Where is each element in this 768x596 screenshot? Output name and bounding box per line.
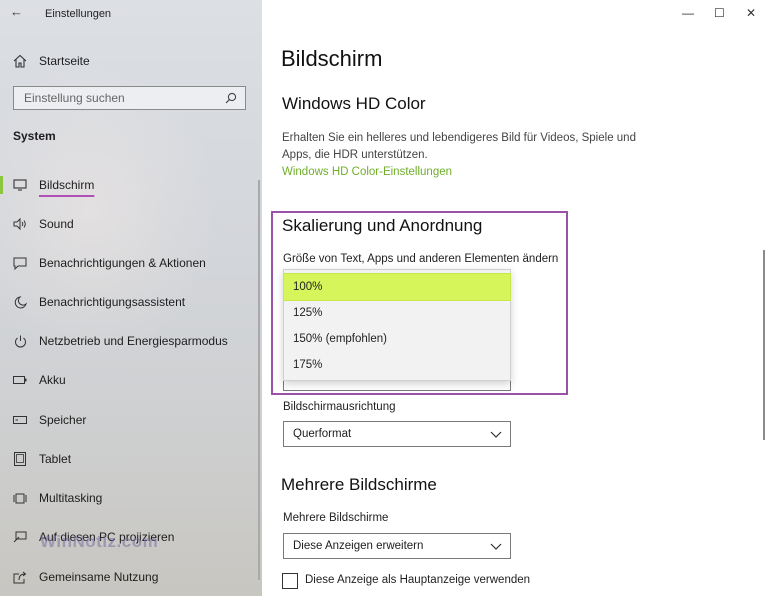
hd-color-description: Erhalten Sie ein helleres und lebendiger… [282,132,636,161]
monitor-icon [12,177,28,193]
scale-size-label: Größe von Text, Apps und anderen Element… [283,253,559,265]
power-icon [12,333,28,349]
sidebar-item-gemeinsame-nutzung[interactable]: Gemeinsame Nutzung [0,564,262,590]
sidebar-item-akku[interactable]: Akku [0,367,262,393]
multi-display-select[interactable]: Diese Anzeigen erweitern [283,533,511,559]
project-icon [12,529,28,545]
close-button[interactable]: ✕ [746,6,756,20]
sidebar-item-tablet[interactable]: Tablet [0,446,262,472]
scale-option-100[interactable]: 100% [283,273,511,301]
sidebar-item-multitasking[interactable]: Multitasking [0,485,262,511]
sidebar-item-label: Sound [39,217,74,231]
maximize-button[interactable]: ☐ [714,6,725,20]
share-icon [12,569,28,585]
search-input[interactable]: Einstellung suchen [13,86,246,110]
sidebar-item-label: Akku [39,373,66,387]
sidebar-item-sound[interactable]: Sound [0,211,262,237]
sidebar-item-label: Gemeinsame Nutzung [39,570,159,584]
sidebar-item-label: Multitasking [39,491,103,505]
hd-color-heading: Windows HD Color [282,94,426,113]
main-display-checkbox-label: Diese Anzeige als Hauptanzeige verwenden [305,574,531,586]
page-title: Bildschirm [281,46,383,71]
app-title: Einstellungen [45,8,112,20]
chevron-down-icon [490,543,502,550]
storage-icon [12,412,28,428]
multi-display-value: Diese Anzeigen erweitern [293,540,424,552]
sidebar-item-netzbetrieb[interactable]: Netzbetrieb und Energiesparmodus [0,328,262,354]
scale-option-150[interactable]: 150% (empfohlen) [284,326,510,352]
sidebar-item-bildschirm[interactable]: Bildschirm [0,172,262,198]
moon-icon [12,294,28,310]
main-scrollbar[interactable] [763,250,765,440]
main-display-checkbox[interactable] [282,573,298,589]
sidebar-item-benachrichtigungen[interactable]: Benachrichtigungen & Aktionen [0,250,262,276]
multi-display-heading: Mehrere Bildschirme [281,475,437,494]
battery-icon [12,372,28,388]
multi-display-label: Mehrere Bildschirme [283,512,389,524]
chevron-down-icon [490,431,502,438]
sidebar-item-label: Benachrichtigungen & Aktionen [39,256,206,270]
scale-option-125[interactable]: 125% [284,300,510,326]
sidebar: ← Einstellungen Startseite Einstellung s… [0,0,262,596]
sidebar-item-speicher[interactable]: Speicher [0,407,262,433]
home-icon [13,54,27,68]
sidebar-item-label: Bildschirm [39,178,95,192]
hd-color-settings-link[interactable]: Windows HD Color-Einstellungen [282,166,452,178]
sidebar-item-label: Tablet [39,452,72,466]
orientation-label: Bildschirmausrichtung [283,401,396,413]
scale-dropdown: 100% 125% 150% (empfohlen) 175% [283,269,511,381]
minimize-button[interactable]: — [682,6,694,20]
scale-heading: Skalierung und Anordnung [282,216,483,235]
section-title: System [13,129,56,143]
back-button[interactable]: ← [10,4,23,19]
home-label: Startseite [39,54,90,68]
sidebar-item-label: Benachrichtigungsassistent [39,295,186,309]
watermark: WinNotiz.com [40,532,159,551]
scale-option-175[interactable]: 175% [284,352,510,378]
search-icon [225,92,237,104]
tablet-icon [12,451,28,467]
sidebar-item-benachrichtigungsassistent[interactable]: Benachrichtigungsassistent [0,289,262,315]
search-placeholder: Einstellung suchen [24,91,125,105]
message-icon [12,255,28,271]
orientation-value: Querformat [293,428,352,440]
speaker-icon [12,216,28,232]
orientation-select[interactable]: Querformat [283,421,511,447]
sidebar-item-label: Netzbetrieb und Energiesparmodus [39,334,228,348]
home-link[interactable]: Startseite [13,52,90,70]
sidebar-scrollbar[interactable] [258,180,260,580]
multitasking-icon [12,490,28,506]
sidebar-item-label: Speicher [39,413,87,427]
